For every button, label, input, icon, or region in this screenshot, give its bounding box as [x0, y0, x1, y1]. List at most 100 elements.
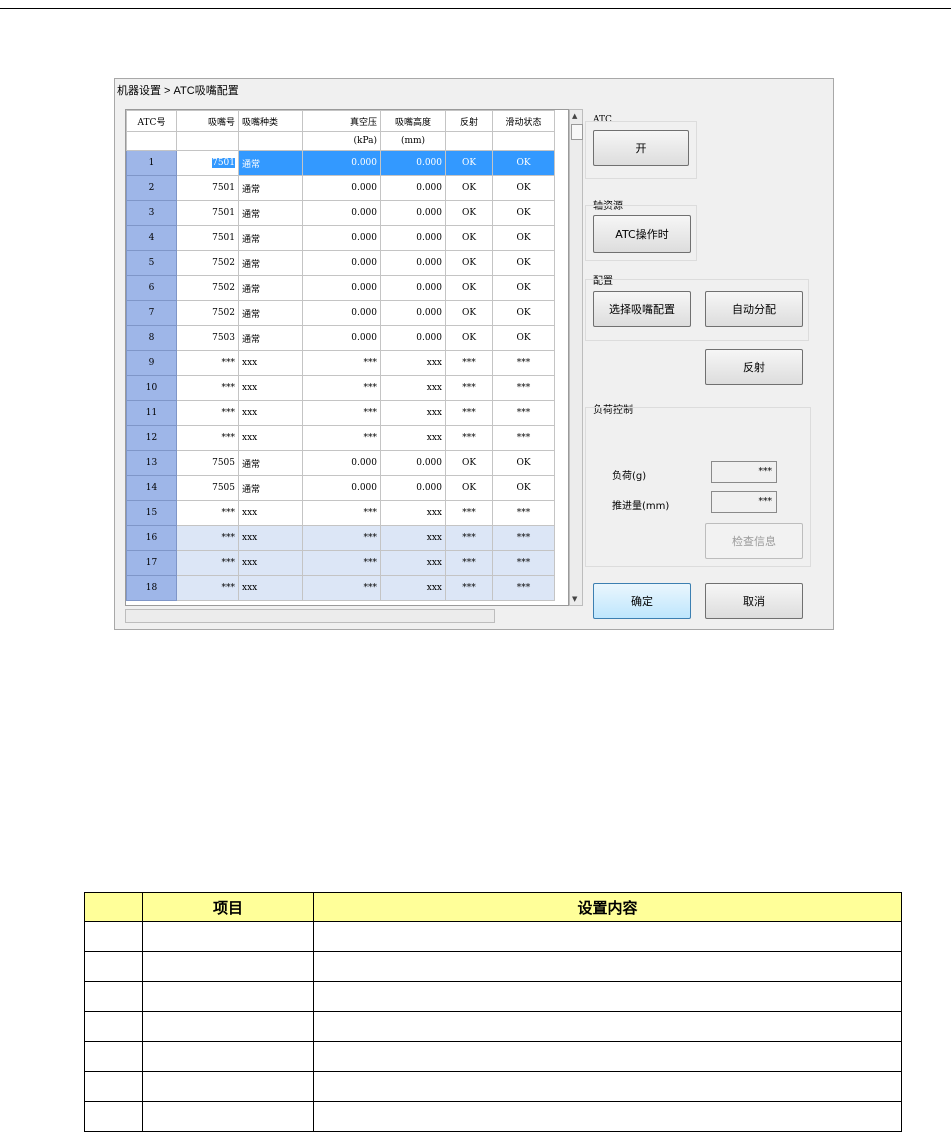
- atc-cell[interactable]: 7: [126, 300, 177, 326]
- ok-button[interactable]: 确定: [593, 583, 691, 619]
- vacuum-cell[interactable]: ***: [302, 350, 381, 376]
- nozzle-type-cell[interactable]: xxx: [238, 550, 303, 576]
- height-cell[interactable]: 0.000: [380, 475, 446, 501]
- nozzle-no-cell[interactable]: 7502: [176, 250, 239, 276]
- col-header-vacuum[interactable]: 真空压: [302, 110, 381, 132]
- atc-cell[interactable]: 16: [126, 525, 177, 551]
- table-row[interactable]: 16 *** xxx *** xxx *** ***: [126, 525, 555, 551]
- height-cell[interactable]: xxx: [380, 525, 446, 551]
- height-cell[interactable]: xxx: [380, 575, 446, 601]
- atc-cell[interactable]: 2: [126, 175, 177, 201]
- nozzle-no-cell[interactable]: ***: [176, 375, 239, 401]
- slide-cell[interactable]: ***: [492, 350, 555, 376]
- height-cell[interactable]: 0.000: [380, 250, 446, 276]
- nozzle-type-cell[interactable]: 通常: [238, 175, 303, 201]
- nozzle-no-cell[interactable]: 7502: [176, 275, 239, 301]
- col-header-reflect[interactable]: 反射: [445, 110, 493, 132]
- vacuum-cell[interactable]: ***: [302, 525, 381, 551]
- height-cell[interactable]: 0.000: [380, 275, 446, 301]
- atc-operation-button[interactable]: ATC操作时: [593, 215, 691, 253]
- slide-cell[interactable]: ***: [492, 375, 555, 401]
- atc-cell[interactable]: 15: [126, 500, 177, 526]
- slide-cell[interactable]: OK: [492, 250, 555, 276]
- nozzle-type-cell[interactable]: 通常: [238, 150, 303, 176]
- vacuum-cell[interactable]: 0.000: [302, 175, 381, 201]
- nozzle-no-cell[interactable]: ***: [176, 425, 239, 451]
- atc-cell[interactable]: 17: [126, 550, 177, 576]
- table-row[interactable]: 17 *** xxx *** xxx *** ***: [126, 550, 555, 576]
- reflect-cell[interactable]: OK: [445, 275, 493, 301]
- auto-assign-button[interactable]: 自动分配: [705, 291, 803, 327]
- vacuum-cell[interactable]: 0.000: [302, 200, 381, 226]
- slide-cell[interactable]: ***: [492, 550, 555, 576]
- atc-cell[interactable]: 10: [126, 375, 177, 401]
- slide-cell[interactable]: OK: [492, 475, 555, 501]
- atc-cell[interactable]: 1: [126, 150, 177, 176]
- vacuum-cell[interactable]: 0.000: [302, 225, 381, 251]
- slide-cell[interactable]: OK: [492, 325, 555, 351]
- height-cell[interactable]: xxx: [380, 350, 446, 376]
- slide-cell[interactable]: OK: [492, 450, 555, 476]
- load-field[interactable]: ***: [711, 461, 777, 483]
- nozzle-no-cell[interactable]: ***: [176, 350, 239, 376]
- nozzle-type-cell[interactable]: 通常: [238, 250, 303, 276]
- table-row[interactable]: 9 *** xxx *** xxx *** ***: [126, 350, 555, 376]
- slide-cell[interactable]: ***: [492, 425, 555, 451]
- height-cell[interactable]: xxx: [380, 425, 446, 451]
- reflect-cell[interactable]: OK: [445, 300, 493, 326]
- col-header-nozzle-no[interactable]: 吸嘴号: [176, 110, 239, 132]
- nozzle-type-cell[interactable]: 通常: [238, 450, 303, 476]
- atc-toggle-button[interactable]: 开: [593, 130, 689, 166]
- reflect-cell[interactable]: ***: [445, 575, 493, 601]
- table-row[interactable]: 10 *** xxx *** xxx *** ***: [126, 375, 555, 401]
- nozzle-no-cell[interactable]: ***: [176, 550, 239, 576]
- nozzle-no-cell[interactable]: ***: [176, 400, 239, 426]
- table-row[interactable]: 12 *** xxx *** xxx *** ***: [126, 425, 555, 451]
- vacuum-cell[interactable]: 0.000: [302, 450, 381, 476]
- table-row[interactable]: 1 7501 通常 0.000 0.000 OK OK: [126, 150, 555, 176]
- atc-cell[interactable]: 11: [126, 400, 177, 426]
- atc-cell[interactable]: 13: [126, 450, 177, 476]
- table-row[interactable]: 5 7502 通常 0.000 0.000 OK OK: [126, 250, 555, 276]
- vacuum-cell[interactable]: 0.000: [302, 250, 381, 276]
- table-row[interactable]: 8 7503 通常 0.000 0.000 OK OK: [126, 325, 555, 351]
- nozzle-type-cell[interactable]: 通常: [238, 300, 303, 326]
- table-row[interactable]: 18 *** xxx *** xxx *** ***: [126, 575, 555, 601]
- nozzle-no-cell[interactable]: 7501: [176, 225, 239, 251]
- nozzle-type-cell[interactable]: xxx: [238, 575, 303, 601]
- grid-horizontal-scrollbar[interactable]: [125, 609, 495, 623]
- reflect-cell[interactable]: OK: [445, 450, 493, 476]
- table-row[interactable]: 2 7501 通常 0.000 0.000 OK OK: [126, 175, 555, 201]
- height-cell[interactable]: 0.000: [380, 225, 446, 251]
- slide-cell[interactable]: ***: [492, 400, 555, 426]
- nozzle-type-cell[interactable]: 通常: [238, 200, 303, 226]
- slide-cell[interactable]: OK: [492, 275, 555, 301]
- vacuum-cell[interactable]: ***: [302, 550, 381, 576]
- reflect-cell[interactable]: ***: [445, 350, 493, 376]
- slide-cell[interactable]: OK: [492, 150, 555, 176]
- vacuum-cell[interactable]: 0.000: [302, 300, 381, 326]
- vacuum-cell[interactable]: ***: [302, 575, 381, 601]
- reflect-cell[interactable]: ***: [445, 550, 493, 576]
- atc-cell[interactable]: 14: [126, 475, 177, 501]
- slide-cell[interactable]: OK: [492, 200, 555, 226]
- table-row[interactable]: 15 *** xxx *** xxx *** ***: [126, 500, 555, 526]
- height-cell[interactable]: 0.000: [380, 150, 446, 176]
- height-cell[interactable]: 0.000: [380, 300, 446, 326]
- nozzle-type-cell[interactable]: xxx: [238, 425, 303, 451]
- reflect-cell[interactable]: ***: [445, 500, 493, 526]
- height-cell[interactable]: xxx: [380, 375, 446, 401]
- reflect-cell[interactable]: OK: [445, 200, 493, 226]
- height-cell[interactable]: 0.000: [380, 200, 446, 226]
- col-header-slide[interactable]: 滑动状态: [492, 110, 555, 132]
- vacuum-cell[interactable]: 0.000: [302, 475, 381, 501]
- vacuum-cell[interactable]: ***: [302, 375, 381, 401]
- col-header-atc[interactable]: ATC号: [126, 110, 177, 132]
- atc-cell[interactable]: 6: [126, 275, 177, 301]
- atc-cell[interactable]: 9: [126, 350, 177, 376]
- push-field[interactable]: ***: [711, 491, 777, 513]
- vacuum-cell[interactable]: 0.000: [302, 150, 381, 176]
- height-cell[interactable]: xxx: [380, 400, 446, 426]
- nozzle-no-cell[interactable]: 7503: [176, 325, 239, 351]
- grid-vertical-scrollbar[interactable]: ▲ ▼: [569, 109, 583, 606]
